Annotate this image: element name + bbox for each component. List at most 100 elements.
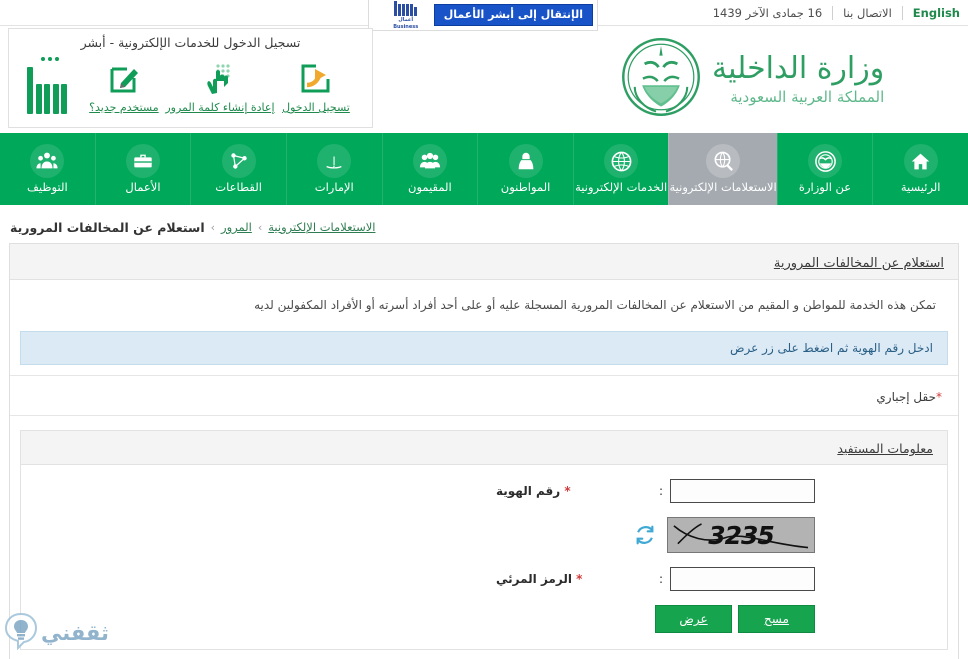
top-utility-items: English الاتصال بنا 16 جمادى الآخر 1439	[703, 0, 968, 26]
business-logo-line2: Business	[393, 23, 419, 30]
content-panel: استعلام عن المخالفات المرورية تمكن هذه ا…	[9, 243, 959, 659]
nav-item-sectors[interactable]: القطاعات	[190, 133, 286, 205]
svg-text:إ: إ	[333, 155, 336, 169]
login-arrow-icon	[299, 60, 333, 98]
id-number-label: * رقم الهوية	[492, 484, 652, 498]
residents-group-icon	[412, 144, 447, 178]
login-panel-title: تسجيل الدخول للخدمات الإلكترونية - أبشر	[80, 35, 301, 50]
globe-magnifier-icon	[706, 144, 741, 178]
login-link-label: تسجيل الدخول	[282, 101, 350, 114]
moi-seal-icon	[808, 144, 843, 178]
page-title-bar: استعلام عن المخالفات المرورية	[10, 244, 958, 280]
form-actions-row: مسح عرض	[21, 605, 947, 634]
login-link-reset-password[interactable]: إعادة إنشاء كلمة المرور	[165, 52, 275, 114]
captcha-code-control	[670, 567, 815, 592]
form-body: : * رقم الهوية 3235: * الرمز المرئي مسح…	[21, 465, 947, 650]
main-navigation: الرئيسية عن الوزارة الاستعلامات الإلكترو…	[0, 133, 968, 205]
emirates-calligraphy-icon: إ	[317, 144, 352, 178]
nav-item-employment[interactable]: التوظيف	[0, 133, 95, 205]
nav-label: الأعمال	[125, 180, 161, 194]
nav-label: عن الوزارة	[798, 180, 852, 194]
nav-item-business[interactable]: الأعمال	[94, 133, 191, 205]
home-icon	[903, 144, 938, 178]
required-field-note-bar: *حقل إجباري	[10, 375, 958, 417]
required-star: *	[936, 390, 942, 405]
absher-logo	[19, 52, 76, 114]
language-switch-english[interactable]: English	[903, 0, 966, 26]
briefcase-icon	[125, 144, 160, 178]
nav-item-home[interactable]: الرئيسية	[872, 133, 968, 205]
absher-wordmark-icon	[27, 57, 68, 114]
captcha-image: 3235	[667, 517, 815, 554]
absher-business-logo: أعمال Business	[383, 0, 429, 30]
captcha-noise	[673, 523, 809, 549]
absher-dots	[41, 57, 60, 61]
login-link-label: مستخدم جديد؟	[89, 101, 159, 114]
info-message: ادخل رقم الهوية ثم اضغط على زر عرض	[20, 331, 948, 366]
divider	[901, 5, 903, 20]
captcha-code-label: * الرمز المرئي	[492, 572, 652, 586]
divider	[832, 5, 834, 20]
employment-people-icon	[30, 144, 65, 178]
nav-item-electronic-services[interactable]: الخدمات الإلكترونية	[572, 133, 669, 205]
breadcrumb-current: استعلام عن المخالفات المرورية	[10, 219, 205, 235]
login-link-sign-in[interactable]: تسجيل الدخول	[272, 52, 360, 114]
nav-label: القطاعات	[215, 180, 262, 194]
lightbulb-bubble-icon	[4, 612, 38, 654]
colon: :	[658, 572, 664, 587]
watermark: ثقفني	[4, 609, 114, 657]
citizen-icon	[508, 144, 543, 178]
submit-button[interactable]: عرض	[655, 605, 732, 634]
nav-item-electronic-inquiries[interactable]: الاستعلامات الإلكترونية	[668, 133, 777, 205]
nav-item-emirates[interactable]: إ الإمارات	[285, 133, 382, 205]
nav-label: الإمارات	[314, 180, 354, 194]
nav-item-citizens[interactable]: المواطنون	[477, 133, 573, 205]
clear-button[interactable]: مسح	[738, 605, 815, 634]
pencil-form-icon	[107, 60, 141, 98]
saudi-moi-emblem-icon	[620, 36, 702, 122]
required-star: *	[564, 484, 571, 499]
id-number-input[interactable]	[670, 479, 815, 504]
login-links-row: تسجيل الدخول إعادة إنشاء كلمة المرور مست…	[19, 52, 362, 114]
business-logo-line1: أعمال	[398, 16, 414, 23]
nav-item-about-ministry[interactable]: عن الوزارة	[776, 133, 873, 205]
ministry-country: المملكة العربية السعودية	[730, 88, 885, 106]
breadcrumb: استعلام عن المخالفات المرورية › المرور ›…	[0, 212, 968, 242]
form-section-header: معلومات المستفيد	[21, 431, 947, 466]
colon: :	[658, 484, 664, 499]
required-field-note: *حقل إجباري	[876, 390, 942, 404]
field-row-captcha-code: : * الرمز المرئي	[21, 567, 947, 592]
breadcrumb-separator: ›	[257, 220, 263, 234]
breadcrumb-link-traffic[interactable]: المرور	[221, 220, 252, 234]
page-title: استعلام عن المخالفات المرورية	[773, 256, 944, 271]
required-field-label: حقل إجباري	[876, 390, 936, 405]
beneficiary-form: معلومات المستفيد : * رقم الهوية 3235: *…	[20, 430, 948, 651]
login-link-label: إعادة إنشاء كلمة المرور	[165, 101, 275, 114]
captcha-code-label-text: الرمز المرئي	[496, 572, 572, 587]
captcha-row: 3235	[21, 517, 947, 554]
nav-label: المواطنون	[500, 180, 551, 194]
nav-label: الخدمات الإلكترونية	[575, 180, 668, 194]
form-section-title: معلومات المستفيد	[837, 441, 933, 457]
page-description: تمكن هذه الخدمة للمواطن و المقيم من الاس…	[254, 298, 936, 312]
nav-item-residents[interactable]: المقيمون	[381, 133, 478, 205]
go-to-absher-business-button[interactable]: الإنتقال إلى أبشر الأعمال	[433, 4, 593, 26]
field-row-id-number: : * رقم الهوية	[21, 479, 947, 504]
nav-label: المقيمون	[408, 180, 452, 194]
refresh-icon[interactable]	[633, 523, 657, 547]
login-link-new-user[interactable]: مستخدم جديد؟	[80, 52, 168, 114]
absher-login-panel: تسجيل الدخول للخدمات الإلكترونية - أبشر …	[8, 28, 373, 128]
page-root: English الاتصال بنا 16 جمادى الآخر 1439 …	[0, 0, 968, 659]
contact-us-link[interactable]: الاتصال بنا	[833, 0, 902, 26]
ministry-brand: وزارة الداخلية المملكة العربية السعودية	[620, 30, 960, 128]
hand-keypad-icon	[203, 60, 237, 98]
required-star: *	[576, 572, 583, 587]
breadcrumb-link-inquiries[interactable]: الاستعلامات الإلكترونية	[268, 220, 375, 234]
nav-label: الاستعلامات الإلكترونية	[669, 180, 777, 194]
breadcrumb-separator: ›	[210, 220, 216, 234]
ministry-name: وزارة الداخلية	[712, 51, 885, 86]
sectors-network-icon	[221, 144, 256, 178]
captcha-code-input[interactable]	[670, 567, 815, 592]
watermark-text: ثقفني	[41, 621, 109, 645]
absher-business-banner: الإنتقال إلى أبشر الأعمال أعمال Business	[368, 0, 598, 31]
